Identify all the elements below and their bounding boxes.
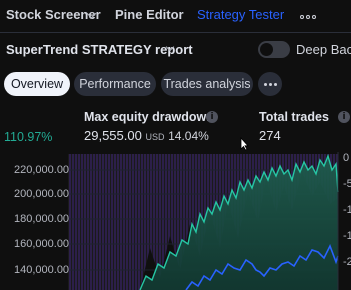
total-trades-value: 274: [259, 128, 281, 143]
tab-stock-screener[interactable]: Stock Screener: [6, 7, 101, 22]
report-title[interactable]: SuperTrend STRATEGY report: [6, 42, 193, 57]
net-profit-percent: 110.97%: [4, 130, 53, 144]
top-navigation: Stock Screener Pine Editor Strategy Test…: [0, 0, 351, 32]
y-axis-tick: 200,000.00: [14, 188, 70, 200]
toggle-knob: [260, 43, 273, 56]
deep-backtesting-toggle[interactable]: [258, 41, 290, 58]
mouse-cursor-icon: [240, 137, 249, 151]
y-axis-tick: 180,000.00: [14, 213, 70, 225]
more-tabs-button[interactable]: [258, 72, 282, 96]
y-axis-tick: 140,000.00: [14, 264, 70, 276]
equity-chart[interactable]: 220,000.00 200,000.00 180,000.00 160,000…: [0, 152, 351, 290]
max-drawdown-amount: 29,555.00: [84, 128, 142, 143]
right-axis-tick: -15: [343, 230, 351, 242]
more-horizontal-icon[interactable]: [300, 15, 316, 19]
max-drawdown-percent: 14.04%: [168, 129, 209, 143]
y-axis-tick: 160,000.00: [14, 238, 70, 250]
tab-performance[interactable]: Performance: [74, 72, 156, 96]
info-icon[interactable]: i: [206, 111, 218, 123]
y-axis-tick: 220,000.00: [14, 164, 70, 176]
tab-trades-analysis[interactable]: Trades analysis: [161, 72, 253, 96]
right-axis-tick: -20: [343, 256, 351, 268]
tab-strategy-tester[interactable]: Strategy Tester: [197, 7, 284, 22]
tab-pine-editor[interactable]: Pine Editor: [115, 7, 184, 22]
right-axis-tick: 0: [343, 152, 350, 164]
info-icon[interactable]: i: [338, 111, 350, 123]
nav-divider: [0, 32, 351, 33]
tab-overview[interactable]: Overview: [4, 72, 70, 96]
currency-unit: USD: [145, 132, 165, 142]
max-drawdown-label: Max equity drawdown: [84, 110, 214, 124]
total-trades-label: Total trades: [259, 110, 329, 124]
deep-backtesting-label: Deep Backt: [296, 42, 351, 57]
right-axis-tick: -10: [343, 204, 351, 216]
strategy-tester-panel: Stock Screener Pine Editor Strategy Test…: [0, 0, 351, 290]
right-axis-tick: -5: [343, 178, 351, 190]
max-drawdown-value: 29,555.00 USD 14.04%: [84, 128, 209, 143]
